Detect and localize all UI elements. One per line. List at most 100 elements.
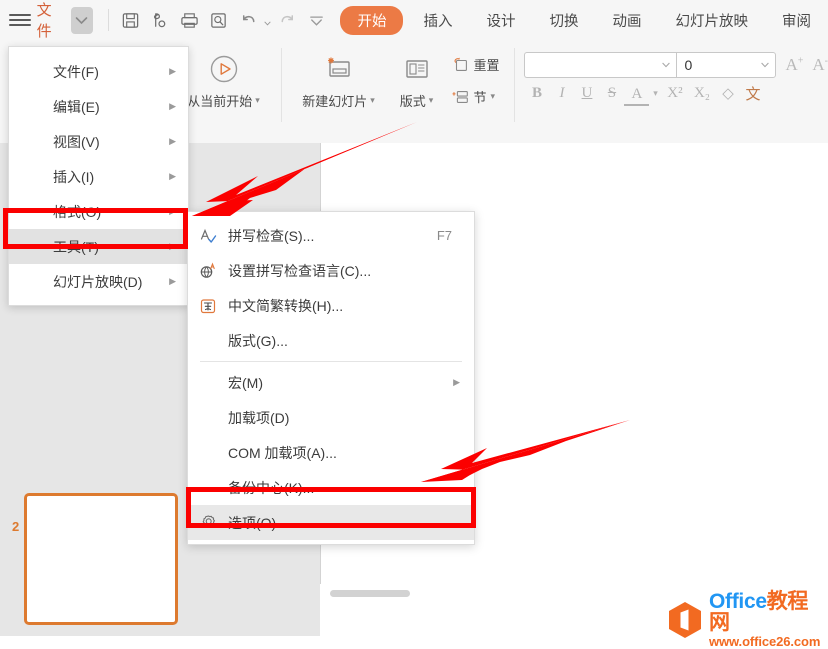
toolbar-divider [108,9,109,31]
submenu-arrow-icon: ▶ [169,171,176,182]
submenu-item-label: COM 加载项(A)... [228,443,337,463]
globe-language-icon [188,261,228,281]
menu-item-label: 插入(I) [53,167,94,187]
chevron-down-icon[interactable] [71,7,93,34]
font-color-button[interactable]: A [624,84,649,106]
phonetic-guide-button[interactable]: 文 [740,81,765,106]
menu-item-label: 幻灯片放映(D) [53,272,142,292]
watermark: Office教程网 www.office26.com [668,591,828,648]
submenu-arrow-icon: ▶ [169,136,176,147]
section-button[interactable]: 节 ▾ [448,84,504,109]
menu-item-slideshow[interactable]: 幻灯片放映(D) ▶ [9,264,188,299]
save-icon[interactable] [116,6,145,34]
watermark-text: Office教程网 www.office26.com [709,591,828,648]
tab-transition[interactable]: 切换 [535,7,592,34]
watermark-url: www.office26.com [709,635,828,648]
font-size-input[interactable]: 0 [676,52,776,78]
submenu-item-label: 拼写检查(S)... [228,226,314,246]
submenu-item-com-addins[interactable]: COM 加载项(A)... [188,435,474,470]
menu-item-label: 视图(V) [53,132,100,152]
layout-icon [400,49,434,89]
submenu-separator [200,361,462,362]
ribbon-group-slideshow: 从当前开始▾ [177,40,271,140]
tab-insert[interactable]: 插入 [409,7,466,34]
customize-toolbar-icon[interactable] [302,6,331,34]
chevron-down-icon [662,62,670,68]
hamburger-icon[interactable] [9,12,31,28]
horizontal-scrollbar[interactable] [330,590,410,597]
underline-button[interactable]: U [574,81,599,106]
tab-design[interactable]: 设计 [472,7,529,34]
print-icon[interactable] [174,6,203,34]
bold-button[interactable]: B [524,81,549,106]
undo-dropdown-caret[interactable] [263,7,273,33]
font-controls-row: 0 A+ A- [524,40,828,78]
shrink-font-button[interactable]: A- [812,55,828,75]
ribbon-divider [281,48,282,122]
submenu-item-macro[interactable]: 宏(M) ▶ [188,365,474,400]
submenu-item-label: 中文简繁转换(H)... [228,296,343,316]
caret-down-icon: ▾ [370,95,375,106]
subscript-button[interactable]: X₂ [688,81,715,106]
shortcut-label: F7 [437,228,452,243]
layout-label: 版式 [400,91,426,110]
font-size-value: 0 [684,57,692,73]
start-from-current-button[interactable]: 从当前开始▾ [177,40,271,110]
tab-animation[interactable]: 动画 [598,7,655,34]
print-preview-icon[interactable] [204,6,233,34]
slide-number-label: 2 [12,519,19,534]
menu-item-label: 编辑(E) [53,97,100,117]
clear-format-button[interactable]: ◇ [715,81,740,106]
tab-review[interactable]: 审阅 [768,7,825,34]
caret-down-icon: ▾ [491,91,496,102]
new-slide-button[interactable]: 新建幻灯片▾ [292,40,386,110]
submenu-item-layout[interactable]: 版式(G)... [188,323,474,358]
new-slide-label: 新建幻灯片 [302,91,367,110]
caret-down-icon: ▾ [429,95,434,106]
submenu-arrow-icon: ▶ [169,276,176,287]
slide-thumbnail-2-selected[interactable] [24,493,178,625]
start-from-current-label: 从当前开始 [187,91,252,110]
submenu-item-spellcheck[interactable]: 拼写检查(S)... F7 [188,218,474,253]
section-label: 节 [474,87,487,106]
ribbon-divider-2 [514,48,515,122]
menu-item-edit[interactable]: 编辑(E) ▶ [9,89,188,124]
italic-button[interactable]: I [549,81,574,106]
submenu-arrow-icon: ▶ [453,377,460,388]
menu-item-file[interactable]: 文件(F) ▶ [9,54,188,89]
reset-label: 重置 [474,55,500,74]
font-name-input[interactable] [524,52,676,78]
save-as-icon[interactable] [145,6,174,34]
ribbon-tabs: 开始 插入 设计 切换 动画 幻灯片放映 审阅 [337,6,828,35]
menu-item-insert[interactable]: 插入(I) ▶ [9,159,188,194]
text-format-row: B I U S A ▾ X² X₂ ◇ 文 [524,81,828,106]
reset-icon [452,56,470,74]
tab-start[interactable]: 开始 [340,6,403,35]
tab-slideshow[interactable]: 幻灯片放映 [661,7,762,34]
layout-button[interactable]: 版式▾ [386,40,448,110]
submenu-item-addins[interactable]: 加载项(D) [188,400,474,435]
section-icon [452,88,470,106]
office-hex-logo [668,601,702,639]
spellcheck-icon [188,226,228,246]
redo-icon[interactable] [273,6,302,34]
grow-font-button[interactable]: A+ [785,55,803,75]
reset-button[interactable]: 重置 [448,52,504,77]
submenu-item-chinese-conversion[interactable]: 中文简繁转换(H)... [188,288,474,323]
submenu-item-spellcheck-language[interactable]: 设置拼写检查语言(C)... [188,253,474,288]
superscript-button[interactable]: X² [661,81,688,106]
file-dropdown-menu[interactable]: 文件(F) ▶ 编辑(E) ▶ 视图(V) ▶ 插入(I) ▶ 格式(O) ▶ … [8,46,189,306]
submenu-item-label: 设置拼写检查语言(C)... [228,261,371,281]
submenu-arrow-icon: ▶ [169,66,176,77]
chevron-down-icon [761,62,769,68]
strikethrough-button[interactable]: S [599,81,624,106]
undo-icon[interactable] [233,6,262,34]
caret-down-icon: ▾ [255,95,260,106]
font-color-caret-icon[interactable]: ▾ [649,81,661,106]
menu-item-label: 文件(F) [53,62,99,82]
menu-item-view[interactable]: 视图(V) ▶ [9,124,188,159]
watermark-brand-en: Office [709,590,767,613]
file-menu-label[interactable]: 文件 [37,0,67,41]
new-slide-icon [322,49,356,89]
ribbon-small-buttons: 重置 节 ▾ [448,40,504,109]
